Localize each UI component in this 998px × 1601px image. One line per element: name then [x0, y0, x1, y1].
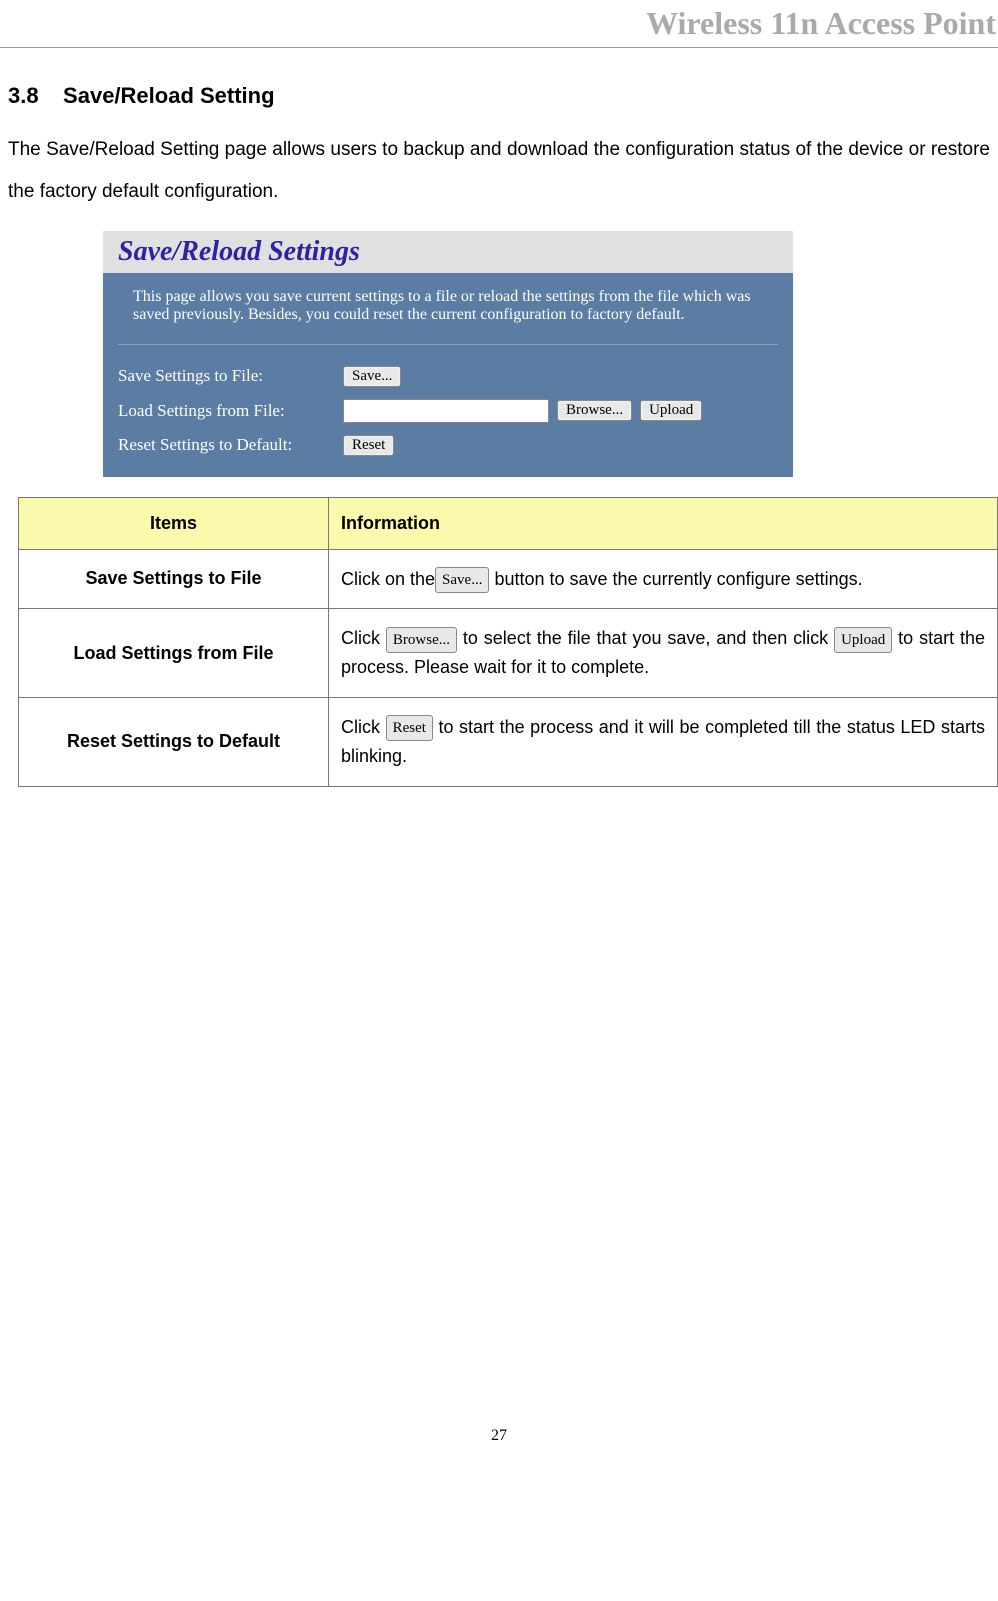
save-inline-button: Save... [435, 567, 489, 593]
reset-inline-button: Reset [386, 715, 433, 741]
intro-text: The Save/Reload Setting page allows user… [8, 129, 990, 213]
page-content: 3.8 Save/Reload Setting The Save/Reload … [0, 48, 998, 787]
browse-button[interactable]: Browse... [557, 400, 632, 421]
section-number: 3.8 [8, 83, 39, 108]
section-heading: 3.8 Save/Reload Setting [8, 83, 990, 109]
load-label: Load Settings from File: [118, 401, 343, 421]
reset-button[interactable]: Reset [343, 435, 394, 456]
page-number: 27 [0, 1427, 998, 1445]
header-title: Wireless 11n Access Point [646, 5, 996, 41]
table-row: Load Settings from File Click Browse... … [19, 609, 998, 698]
save-row: Save Settings to File: Save... [103, 360, 793, 393]
panel-description: This page allows you save current settin… [118, 273, 778, 345]
save-button[interactable]: Save... [343, 366, 401, 387]
row-info: Click Browse... to select the file that … [329, 609, 998, 698]
save-label: Save Settings to File: [118, 366, 343, 386]
upload-button[interactable]: Upload [640, 400, 702, 421]
table-header-row: Items Information [19, 497, 998, 549]
load-row: Load Settings from File: Browse... Uploa… [103, 393, 793, 429]
row-item: Load Settings from File [19, 609, 329, 698]
embedded-ui-screenshot: Save/Reload Settings This page allows yo… [103, 231, 793, 477]
file-path-input[interactable] [343, 399, 549, 423]
upload-inline-button: Upload [834, 627, 892, 653]
reset-row: Reset Settings to Default: Reset [103, 429, 793, 462]
row-info: Click Reset to start the process and it … [329, 697, 998, 786]
reset-label: Reset Settings to Default: [118, 435, 343, 455]
row-item: Save Settings to File [19, 549, 329, 609]
info-table: Items Information Save Settings to File … [18, 497, 998, 787]
browse-inline-button: Browse... [386, 627, 457, 653]
table-row: Reset Settings to Default Click Reset to… [19, 697, 998, 786]
row-item: Reset Settings to Default [19, 697, 329, 786]
table-row: Save Settings to File Click on theSave..… [19, 549, 998, 609]
panel-title: Save/Reload Settings [103, 231, 793, 273]
section-title: Save/Reload Setting [63, 83, 275, 108]
header-items: Items [19, 497, 329, 549]
row-info: Click on theSave... button to save the c… [329, 549, 998, 609]
page-header: Wireless 11n Access Point [0, 0, 998, 48]
header-information: Information [329, 497, 998, 549]
